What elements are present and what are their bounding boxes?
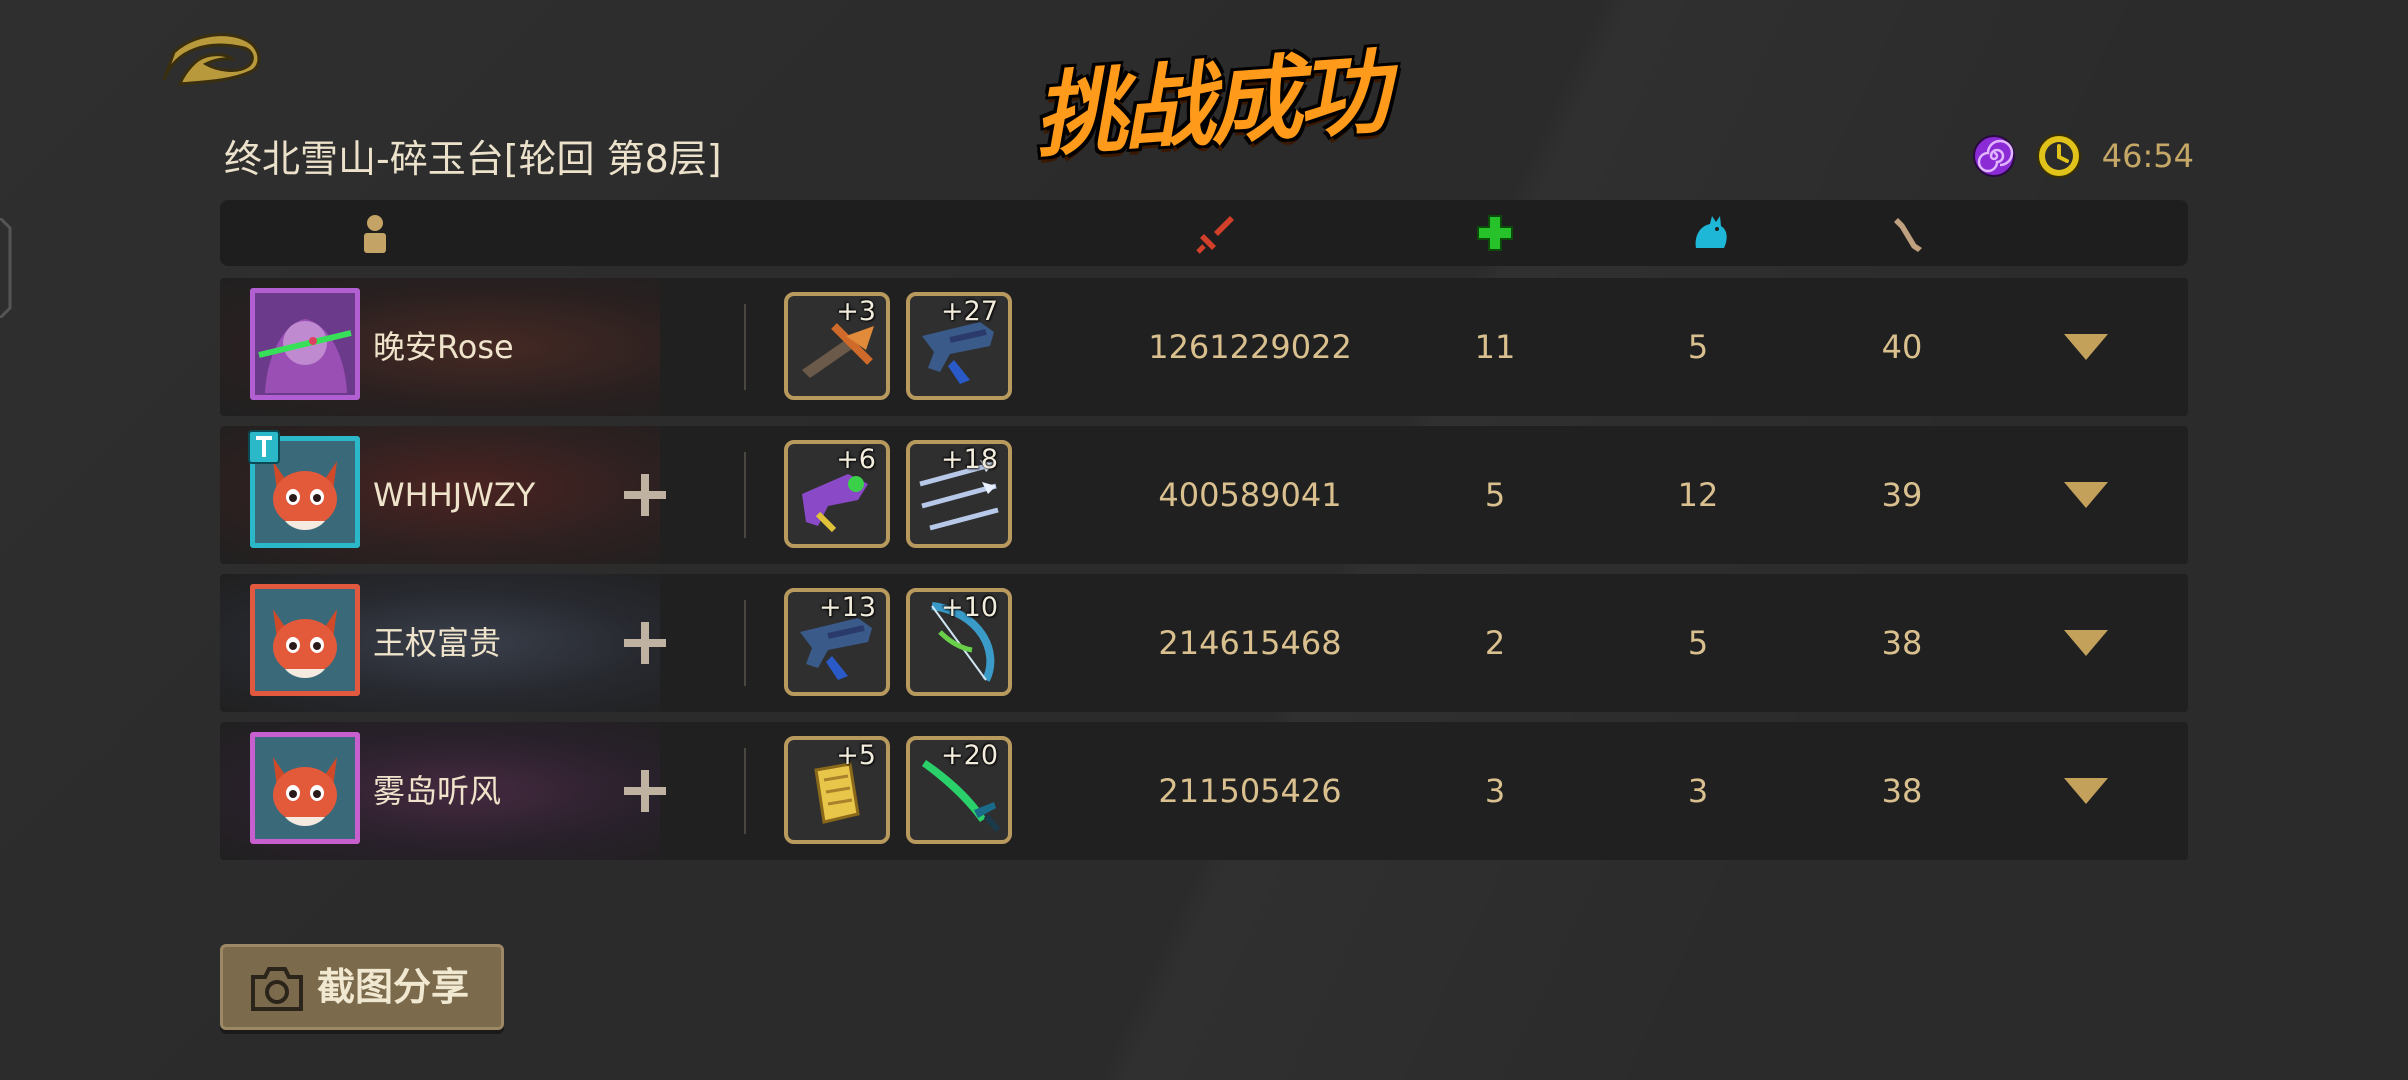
player-row: 王权富贵 +13 +10 214615468 2 5 38 bbox=[220, 574, 2188, 712]
timer-text: 46:54 bbox=[2101, 137, 2194, 175]
player-row: 晚安Rose +3 +27 1261229022 11 5 40 bbox=[220, 278, 2188, 416]
bone-value: 39 bbox=[1881, 476, 1923, 514]
clock-icon bbox=[2036, 134, 2081, 178]
expand-chevron-icon[interactable] bbox=[2062, 626, 2110, 660]
bone-value: 40 bbox=[1881, 328, 1923, 366]
weapon-slot[interactable]: +27 bbox=[906, 292, 1012, 400]
damage-value: 211505426 bbox=[1158, 772, 1342, 810]
weapon-level: +13 bbox=[819, 592, 876, 623]
back-arrow-icon bbox=[162, 33, 261, 86]
weapon-slot[interactable]: +20 bbox=[906, 736, 1012, 844]
weapon-level: +3 bbox=[836, 296, 876, 327]
weapon-slot[interactable]: +10 bbox=[906, 588, 1012, 696]
avatar[interactable] bbox=[250, 732, 360, 844]
player-name: 雾岛听风 bbox=[373, 772, 502, 810]
weapon-slot[interactable]: +5 bbox=[784, 736, 890, 844]
weapon-level: +10 bbox=[941, 592, 998, 623]
share-label: 截图分享 bbox=[317, 965, 470, 1009]
heal-icon bbox=[1477, 215, 1513, 251]
bone-icon bbox=[1894, 218, 1922, 252]
damage-value: 214615468 bbox=[1158, 624, 1342, 662]
weapon-level: +18 bbox=[941, 444, 998, 475]
player-name: 王权富贵 bbox=[373, 624, 502, 662]
screenshot-share-button[interactable]: 截图分享 bbox=[220, 944, 504, 1030]
pet-value: 5 bbox=[1687, 624, 1709, 662]
damage-icon bbox=[1196, 216, 1234, 254]
fox-portrait-icon bbox=[255, 589, 355, 691]
fox-portrait-icon bbox=[255, 737, 355, 839]
player-name: 晚安Rose bbox=[373, 328, 514, 366]
weapon-slot[interactable]: +6 bbox=[784, 440, 890, 548]
camera-icon bbox=[251, 967, 303, 1011]
pet-icon bbox=[1695, 216, 1727, 248]
player-name: WHHJWZY bbox=[373, 476, 536, 514]
weapon-level: +20 bbox=[941, 740, 998, 771]
status-area: 46:54 bbox=[1972, 130, 2194, 182]
stats-header bbox=[220, 200, 2188, 266]
damage-value: 400589041 bbox=[1158, 476, 1342, 514]
expand-chevron-icon[interactable] bbox=[2062, 330, 2110, 364]
heal-value: 5 bbox=[1484, 476, 1506, 514]
divider bbox=[744, 304, 746, 390]
team-leader-badge-icon bbox=[248, 430, 280, 464]
challenge-success-title: 挑战成功 bbox=[1030, 38, 1390, 171]
side-edge-tab bbox=[0, 218, 12, 318]
bone-value: 38 bbox=[1881, 772, 1923, 810]
avatar[interactable] bbox=[250, 584, 360, 696]
weapon-slot[interactable]: +3 bbox=[784, 292, 890, 400]
avatar-portrait-icon bbox=[255, 293, 355, 395]
expand-chevron-icon[interactable] bbox=[2062, 774, 2110, 808]
weapon-level: +5 bbox=[836, 740, 876, 771]
damage-value: 1261229022 bbox=[1148, 328, 1352, 366]
player-row: 雾岛听风 +5 +20 211505426 3 3 38 bbox=[220, 722, 2188, 860]
spiral-icon bbox=[1972, 135, 2015, 177]
heal-value: 3 bbox=[1484, 772, 1506, 810]
pet-value: 12 bbox=[1677, 476, 1719, 514]
weapon-level: +6 bbox=[836, 444, 876, 475]
avatar[interactable] bbox=[250, 288, 360, 400]
weapon-slot[interactable]: +18 bbox=[906, 440, 1012, 548]
divider bbox=[744, 452, 746, 538]
pet-value: 3 bbox=[1687, 772, 1709, 810]
weapon-slot[interactable]: +13 bbox=[784, 588, 890, 696]
add-friend-icon[interactable] bbox=[620, 470, 670, 520]
heal-value: 2 bbox=[1484, 624, 1506, 662]
divider bbox=[744, 748, 746, 834]
player-row: WHHJWZY +6 +18 400589041 5 12 39 bbox=[220, 426, 2188, 564]
add-friend-icon[interactable] bbox=[620, 618, 670, 668]
expand-chevron-icon[interactable] bbox=[2062, 478, 2110, 512]
bone-value: 38 bbox=[1881, 624, 1923, 662]
pet-value: 5 bbox=[1687, 328, 1709, 366]
weapon-level: +27 bbox=[941, 296, 998, 327]
heal-value: 11 bbox=[1474, 328, 1516, 366]
add-friend-icon[interactable] bbox=[620, 766, 670, 816]
back-button[interactable] bbox=[158, 26, 262, 94]
player-icon bbox=[364, 215, 386, 253]
divider bbox=[744, 600, 746, 686]
level-name: 终北雪山-碎玉台[轮回 第8层] bbox=[224, 137, 722, 181]
